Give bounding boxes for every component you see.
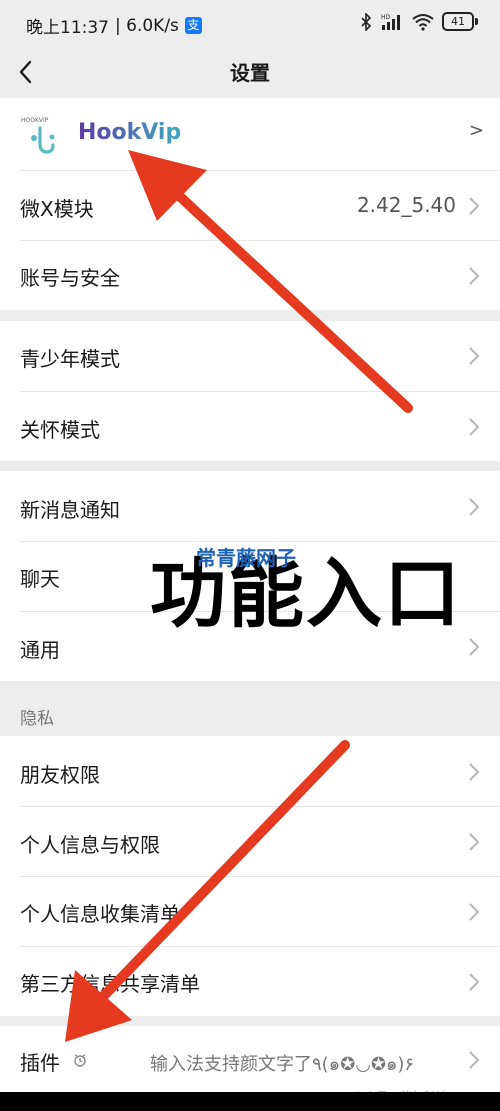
arrow-to-hookvip [128, 150, 413, 413]
arrow-to-plugins [65, 740, 350, 1042]
watermark-text: 常青藤网子 [196, 546, 296, 570]
bottom-bar [0, 1092, 500, 1111]
